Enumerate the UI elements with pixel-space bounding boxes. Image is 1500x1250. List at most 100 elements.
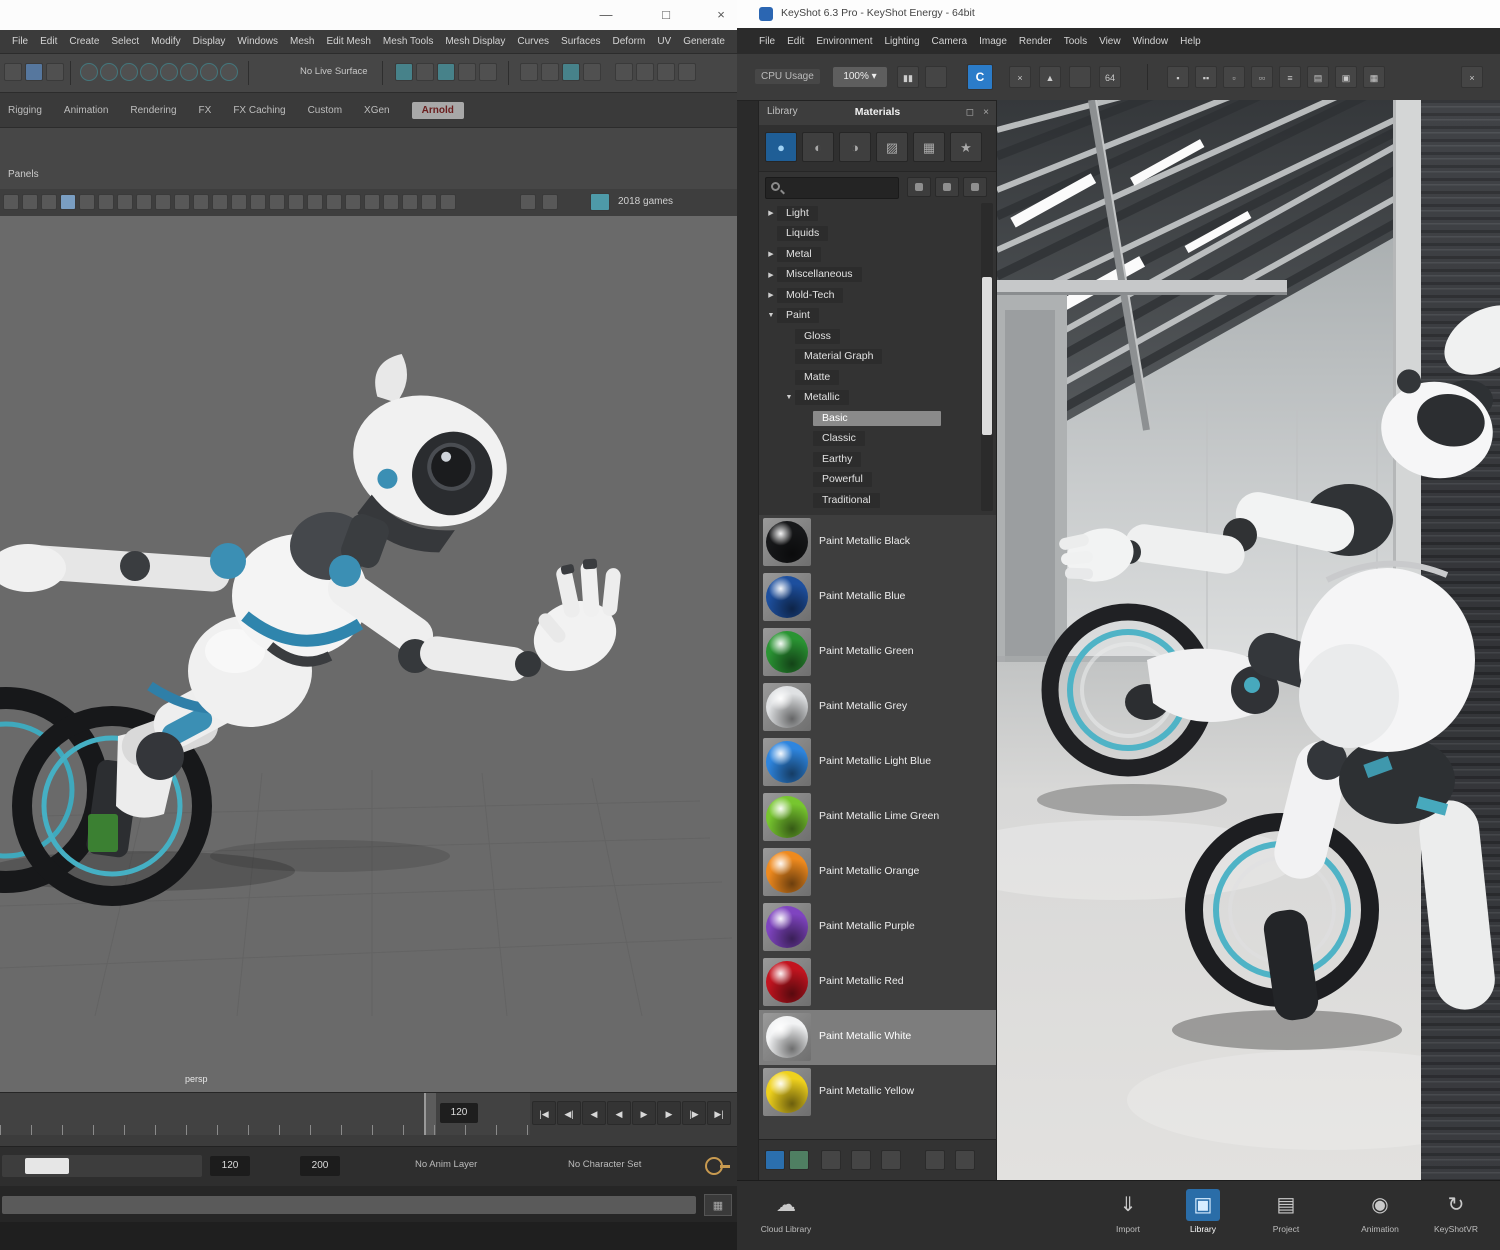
menu-edit-mesh[interactable]: Edit Mesh: [320, 34, 376, 49]
step-back-key-button[interactable]: ◀|: [557, 1101, 581, 1125]
dock-item-cloud-library[interactable]: ☁ Cloud Library: [751, 1189, 821, 1234]
anim-layer-dropdown[interactable]: No Anim Layer: [415, 1159, 477, 1170]
shelf-tab-fx-caching[interactable]: FX Caching: [233, 105, 285, 116]
viewport-toolbar-icon[interactable]: [98, 194, 114, 210]
colors-tab[interactable]: ◐: [802, 132, 834, 162]
live-surface-indicator[interactable]: No Live Surface: [300, 66, 368, 77]
material-row-paint-metallic-light-blue[interactable]: Paint Metallic Light Blue: [759, 735, 996, 790]
environments-tab[interactable]: ◑: [839, 132, 871, 162]
viewport-toolbar-icon[interactable]: [402, 194, 418, 210]
keyshot-menu-file[interactable]: File: [753, 34, 781, 49]
viewport-toolbar-icon[interactable]: [212, 194, 228, 210]
viewport-toolbar-icon[interactable]: [269, 194, 285, 210]
step-forward-frame-button[interactable]: ▶: [657, 1101, 681, 1125]
toolbar-icon[interactable]: [583, 63, 601, 81]
layout-6-icon[interactable]: ▤: [1307, 66, 1329, 88]
toolbar-icon[interactable]: [46, 63, 64, 81]
go-to-end-button[interactable]: ▶|: [707, 1101, 731, 1125]
toolbar-icon[interactable]: [80, 63, 98, 81]
menu-display[interactable]: Display: [187, 34, 232, 49]
range-end-field[interactable]: 200: [300, 1156, 340, 1176]
tree-collapsed-arrow-icon[interactable]: ▶: [765, 291, 777, 299]
range-start-field[interactable]: 120: [210, 1156, 250, 1176]
viewport-toolbar-icon[interactable]: [117, 194, 133, 210]
material-row-paint-metallic-blue[interactable]: Paint Metallic Blue: [759, 570, 996, 625]
toolbar-icon[interactable]: [4, 63, 22, 81]
shelf-tab-fx[interactable]: FX: [199, 105, 212, 116]
3d-viewport[interactable]: persp: [0, 216, 737, 1092]
current-frame-marker[interactable]: [424, 1093, 436, 1135]
viewport-toolbar-icon[interactable]: [60, 194, 76, 210]
footer-icon-5[interactable]: [955, 1150, 975, 1170]
viewport-3d-scene[interactable]: [0, 216, 737, 1092]
footer-icon-1[interactable]: [821, 1150, 841, 1170]
play-backwards-button[interactable]: ◀: [607, 1101, 631, 1125]
tree-expanded-arrow-icon[interactable]: ▼: [783, 394, 795, 401]
close-icon[interactable]: ×: [710, 4, 732, 26]
footer-icon-3[interactable]: [881, 1150, 901, 1170]
keyshot-menu-image[interactable]: Image: [973, 34, 1013, 49]
shelf-tab-rendering[interactable]: Rendering: [130, 105, 176, 116]
keyshot-menu-view[interactable]: View: [1093, 34, 1127, 49]
tree-item-mold-tech[interactable]: ▶Mold-Tech: [759, 285, 996, 306]
library-panel-header[interactable]: Library Materials ◻ ×: [759, 101, 996, 126]
toolbar-icon[interactable]: [395, 63, 413, 81]
menu-mesh[interactable]: Mesh: [284, 34, 320, 49]
tree-item-liquids[interactable]: Liquids: [759, 224, 996, 245]
step-back-frame-button[interactable]: ◀: [582, 1101, 606, 1125]
current-frame-field[interactable]: 120: [440, 1103, 478, 1123]
toolbar-icon[interactable]: [437, 63, 455, 81]
tree-item-traditional[interactable]: Traditional: [759, 490, 996, 511]
viewport-toolbar-icon[interactable]: [383, 194, 399, 210]
list-view-icon[interactable]: [907, 177, 931, 197]
menu-surfaces[interactable]: Surfaces: [555, 34, 606, 49]
footer-icon-4[interactable]: [925, 1150, 945, 1170]
layout-4-icon[interactable]: ▫▫: [1251, 66, 1273, 88]
keyshot-menu-camera[interactable]: Camera: [926, 34, 974, 49]
expand-view-icon[interactable]: ×: [1461, 66, 1483, 88]
screenshot-icon[interactable]: [925, 66, 947, 88]
tree-item-light[interactable]: ▶Light: [759, 203, 996, 224]
layout-5-icon[interactable]: ≡: [1279, 66, 1301, 88]
material-row-paint-metallic-yellow[interactable]: Paint Metallic Yellow: [759, 1065, 996, 1120]
range-slider-handle[interactable]: [25, 1158, 69, 1174]
tree-item-metallic[interactable]: ▼Metallic: [759, 388, 996, 409]
shelf-tab-custom[interactable]: Custom: [308, 105, 342, 116]
toolbar-icon[interactable]: [140, 63, 158, 81]
viewport-toolbar-icon[interactable]: [193, 194, 209, 210]
viewport-toolbar-icon[interactable]: [440, 194, 456, 210]
viewport-toolbar-icon[interactable]: [136, 194, 152, 210]
toolbar-icon[interactable]: [100, 63, 118, 81]
menu-windows[interactable]: Windows: [231, 34, 284, 49]
pan-tool-icon[interactable]: [1069, 66, 1091, 88]
renderer-icon[interactable]: [590, 193, 610, 211]
tree-item-classic[interactable]: Classic: [759, 429, 996, 450]
footer-icon-2[interactable]: [851, 1150, 871, 1170]
tree-item-earthy[interactable]: Earthy: [759, 449, 996, 470]
library-settings-gear-icon[interactable]: [963, 177, 987, 197]
tree-collapsed-arrow-icon[interactable]: ▶: [765, 271, 777, 279]
dock-item-import[interactable]: ⇓Import: [1093, 1189, 1163, 1234]
menu-deform[interactable]: Deform: [607, 34, 652, 49]
float-panel-icon[interactable]: ◻: [966, 106, 974, 120]
viewport-toolbar-icon[interactable]: [288, 194, 304, 210]
tree-item-material-graph[interactable]: Material Graph: [759, 347, 996, 368]
tree-item-basic[interactable]: Basic: [759, 408, 996, 429]
import-material-icon[interactable]: [789, 1150, 809, 1170]
set-key-icon[interactable]: [705, 1157, 723, 1175]
menu-modify[interactable]: Modify: [145, 34, 186, 49]
play-forwards-button[interactable]: ▶: [632, 1101, 656, 1125]
toolbar-icon[interactable]: [636, 63, 654, 81]
keyshot-menu-environment[interactable]: Environment: [810, 34, 878, 49]
tree-item-paint[interactable]: ▼Paint: [759, 306, 996, 327]
menu-file[interactable]: File: [6, 34, 34, 49]
shelf-tab-rigging[interactable]: Rigging: [8, 105, 42, 116]
cursor-tool-icon[interactable]: ▲: [1039, 66, 1061, 88]
pause-icon[interactable]: ▮▮: [897, 66, 919, 88]
viewport-toolbar-icon[interactable]: [155, 194, 171, 210]
tree-collapsed-arrow-icon[interactable]: ▶: [765, 250, 777, 258]
viewport-toolbar-icon[interactable]: [231, 194, 247, 210]
menu-uv[interactable]: UV: [651, 34, 677, 49]
layout-2-icon[interactable]: ▪▪: [1195, 66, 1217, 88]
tree-item-gloss[interactable]: Gloss: [759, 326, 996, 347]
